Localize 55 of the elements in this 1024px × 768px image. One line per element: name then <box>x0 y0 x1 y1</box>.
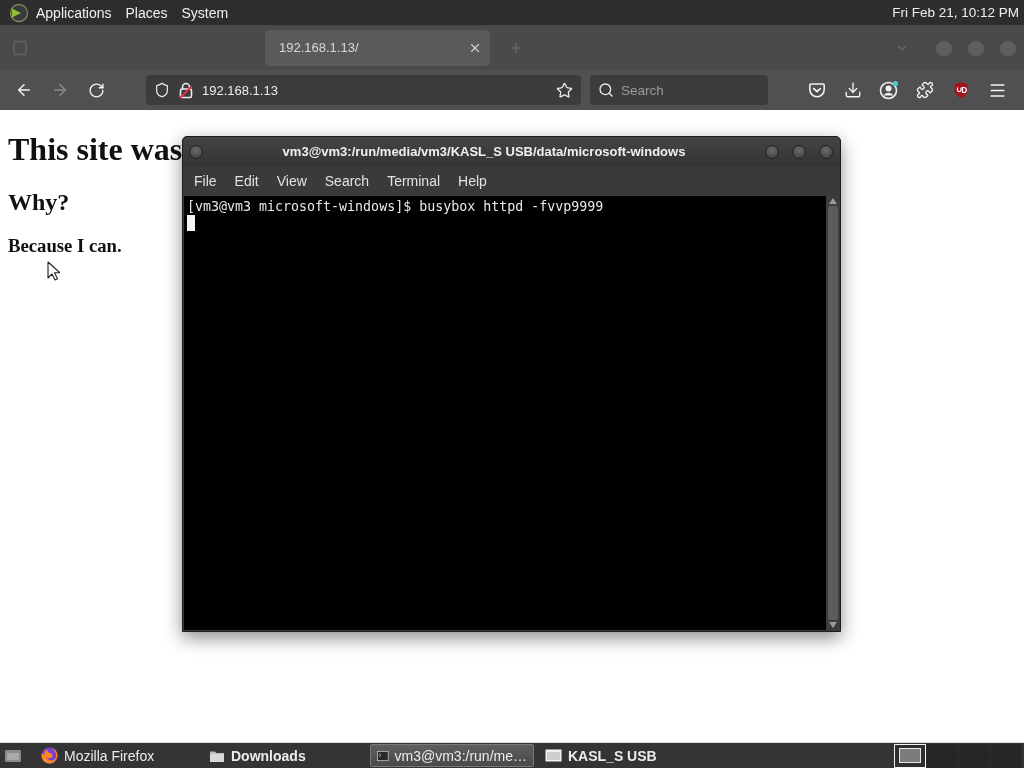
address-bar[interactable]: 192.168.1.13 <box>146 75 581 105</box>
window-thumbnail <box>899 748 921 763</box>
window-menu-button[interactable] <box>189 144 203 159</box>
show-desktop-icon <box>4 747 22 764</box>
terminal-icon <box>377 748 389 763</box>
text-cursor <box>187 215 195 231</box>
forward-arrow-icon <box>51 81 69 99</box>
browser-icon <box>41 747 58 764</box>
panel-menu[interactable]: Places <box>118 4 175 21</box>
taskbar-item[interactable]: vm3@vm3:/run/me… <box>370 744 534 767</box>
taskbar-item[interactable]: Downloads <box>202 744 366 767</box>
url-input[interactable]: 192.168.1.13 <box>202 82 547 98</box>
puzzle-icon <box>916 81 934 99</box>
search-icon <box>598 82 614 98</box>
menu-item[interactable]: View <box>268 173 315 189</box>
bookmark-star-icon[interactable] <box>556 81 573 99</box>
menu-item[interactable]: Help <box>450 173 495 189</box>
scroll-down-icon[interactable] <box>829 622 837 628</box>
workspace-cell[interactable] <box>990 743 1022 768</box>
menu-item[interactable]: File <box>186 173 225 189</box>
scrollbar-thumb[interactable] <box>828 206 838 620</box>
panel-menu[interactable]: System <box>174 4 236 21</box>
page-subheading: Why? <box>8 188 70 216</box>
scrollbar[interactable] <box>826 196 840 630</box>
download-icon <box>844 81 862 99</box>
search-bar[interactable]: Search <box>590 75 768 105</box>
menu-logo-icon[interactable] <box>9 2 29 23</box>
pocket-icon <box>808 81 826 99</box>
maximize-button[interactable] <box>792 144 806 159</box>
taskbar-item[interactable]: KASL_S USB <box>538 744 702 767</box>
window-title: vm3@vm3:/run/media/vm3/KASL_S USB/data/microsoft-windows <box>281 144 687 159</box>
search-input[interactable]: Search <box>621 82 760 98</box>
shield-extension-icon <box>953 81 969 99</box>
terminal-line: [vm3@vm3 microsoft-windows]$ busybox httpd -fvvp9999 <box>187 199 604 215</box>
mouse-pointer-icon <box>47 261 60 281</box>
browser-tab[interactable]: 192.168.1.13/ <box>265 29 490 66</box>
reload-icon <box>87 81 105 99</box>
menu-item[interactable]: Terminal <box>379 173 449 189</box>
page-text: Because I can. <box>8 235 122 257</box>
terminal-screen[interactable]: [vm3@vm3 microsoft-windows]$ busybox httpd -fvvp9999 <box>184 196 826 630</box>
window-icon <box>545 749 562 762</box>
menu-item[interactable]: Edit <box>226 173 267 189</box>
clock: Fri Feb 21, 10:12 PM <box>892 5 1020 20</box>
panel-menu[interactable]: Applications <box>29 4 119 21</box>
page-heading: This site was <box>8 131 183 168</box>
taskbar-item[interactable]: Mozilla Firefox <box>34 744 198 767</box>
workspace-cell[interactable] <box>958 743 990 768</box>
menu-item[interactable]: Search <box>316 173 378 189</box>
minimize-button[interactable] <box>765 144 779 159</box>
page-icon <box>12 39 28 56</box>
scroll-up-icon[interactable] <box>829 198 837 204</box>
workspace-cell[interactable] <box>926 743 958 768</box>
shield-icon[interactable] <box>154 82 170 98</box>
close-button[interactable] <box>819 144 833 159</box>
account-icon <box>879 80 899 100</box>
